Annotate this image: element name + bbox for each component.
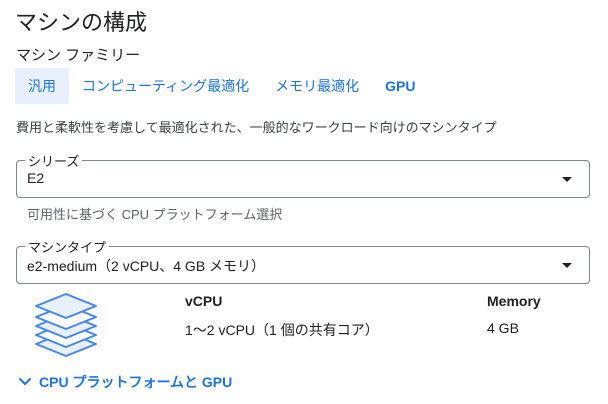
series-select-label: シリーズ — [25, 151, 83, 170]
dropdown-arrow-icon — [562, 177, 572, 182]
tab-memory-optimized[interactable]: メモリ最適化 — [262, 68, 372, 104]
chevron-down-icon — [16, 373, 34, 391]
machine-type-select-label: マシンタイプ — [25, 237, 110, 256]
memory-header: Memory — [487, 293, 541, 309]
machine-type-select[interactable]: マシンタイプ e2-medium（2 vCPU、4 GB メモリ） — [16, 237, 590, 284]
vcpu-header: vCPU — [185, 293, 223, 309]
layers-stack-icon — [30, 291, 102, 359]
page-title: マシンの構成 — [15, 10, 148, 35]
dropdown-arrow-icon — [562, 263, 572, 268]
machine-type-select-value: e2-medium（2 vCPU、4 GB メモリ） — [27, 258, 266, 274]
tab-compute-optimized[interactable]: コンピューティング最適化 — [69, 68, 262, 104]
series-select[interactable]: シリーズ E2 — [16, 151, 590, 198]
cpu-platform-gpu-toggle[interactable]: CPU プラットフォームと GPU — [16, 372, 232, 392]
tab-gpu[interactable]: GPU — [372, 68, 428, 104]
series-hint: 可用性に基づく CPU プラットフォーム選択 — [27, 207, 283, 222]
vcpu-value: 1～2 vCPU（1 個の共有コア） — [185, 322, 379, 338]
tab-general-purpose[interactable]: 汎用 — [15, 68, 69, 104]
machine-family-tabs: 汎用 コンピューティング最適化 メモリ最適化 GPU — [15, 68, 429, 104]
family-description: 費用と柔軟性を考慮して最適化された、一般的なワークロード向けのマシンタイプ — [16, 120, 497, 135]
series-select-value: E2 — [27, 170, 45, 186]
memory-value: 4 GB — [487, 320, 519, 336]
cpu-platform-gpu-label: CPU プラットフォームと GPU — [39, 374, 233, 390]
machine-family-label: マシン ファミリー — [16, 47, 141, 64]
